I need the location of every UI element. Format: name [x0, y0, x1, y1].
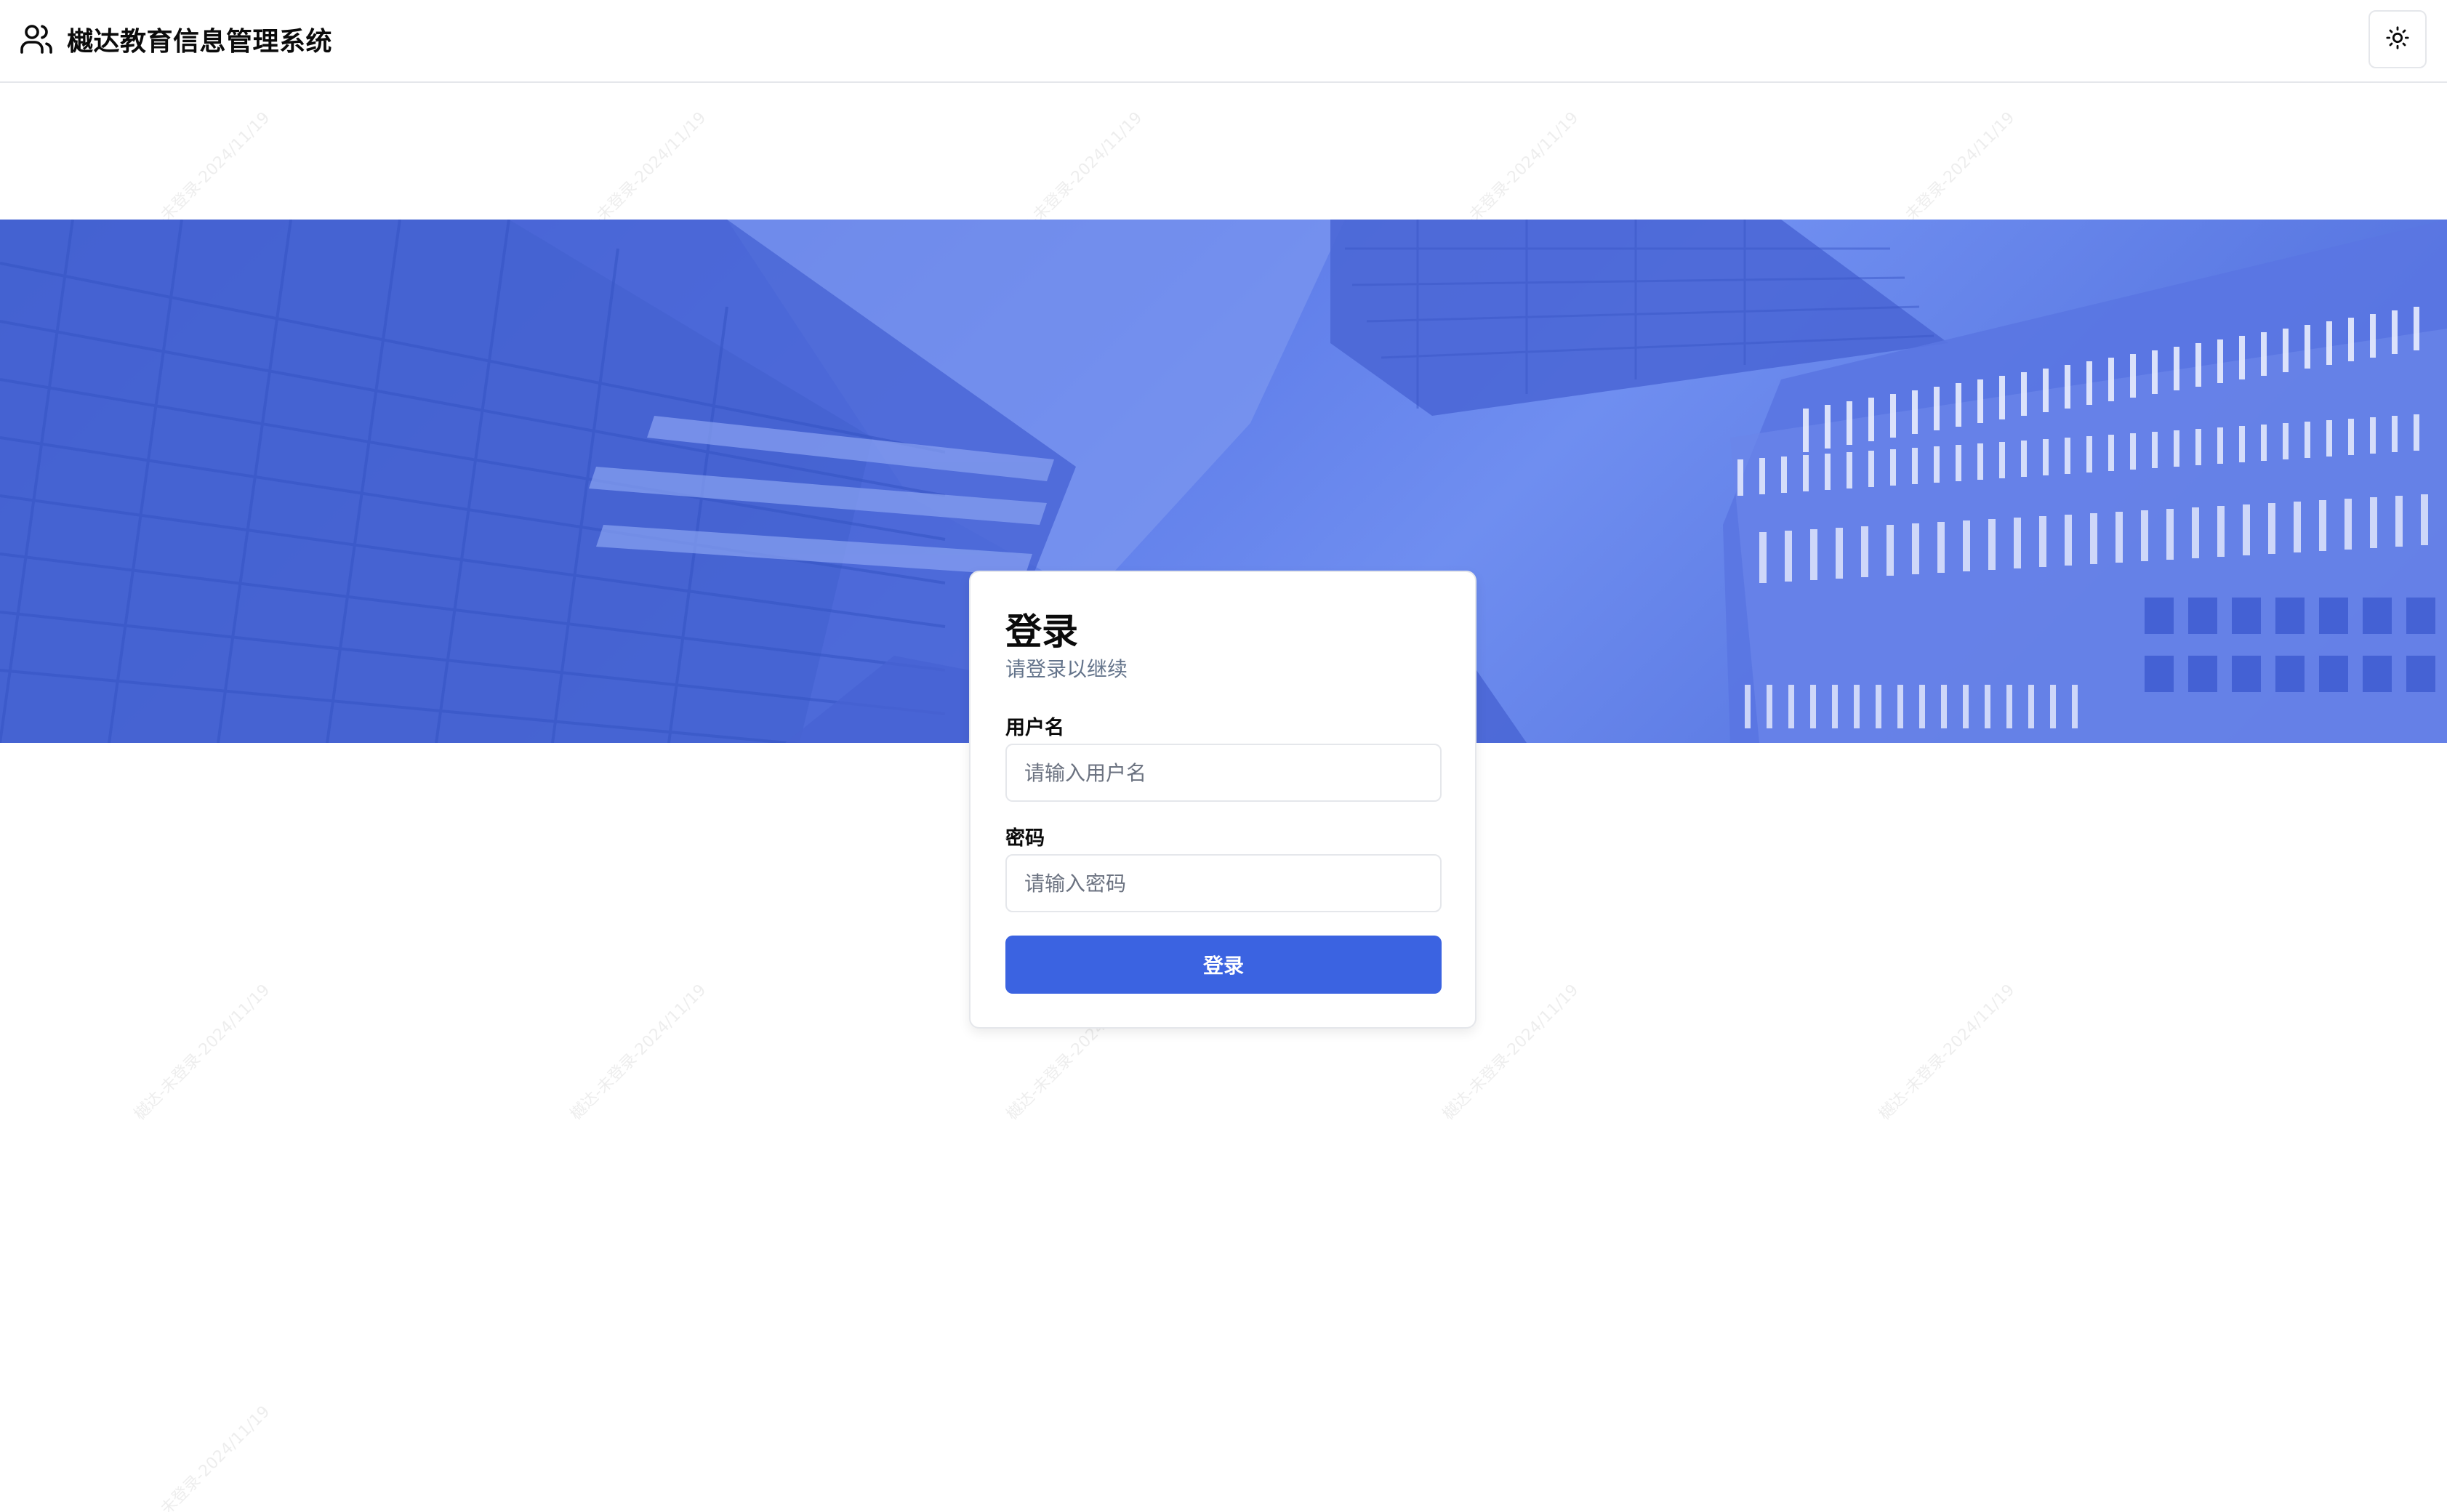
login-button[interactable]: 登录: [1005, 936, 1442, 994]
brand[interactable]: 樾达教育信息管理系统: [19, 19, 332, 60]
app-title: 樾达教育信息管理系统: [67, 27, 333, 57]
top-navbar: 樾达教育信息管理系统: [0, 0, 2447, 83]
username-label: 用户名: [1005, 717, 1064, 739]
login-page: 樾达-未登录-2024/11/19 樾达-未登录-2024/11/19 樾达-未…: [0, 0, 2447, 1512]
login-title: 登录: [1005, 611, 1078, 653]
username-input[interactable]: [1005, 744, 1442, 802]
watermark: 樾达-未登录-2024/11/19: [130, 1402, 274, 1512]
sun-icon: [2385, 25, 2410, 53]
theme-toggle-button[interactable]: [2368, 10, 2427, 68]
password-input[interactable]: [1005, 854, 1442, 912]
watermark: 樾达-未登录-2024/11/19: [130, 981, 274, 1124]
watermark: 樾达-未登录-2024/11/19: [566, 981, 710, 1124]
login-subtitle: 请登录以继续: [1005, 657, 1128, 681]
login-card: 登录 请登录以继续 用户名 密码 登录: [969, 571, 1476, 1029]
password-label: 密码: [1005, 827, 1045, 850]
user-icon: [19, 22, 54, 57]
watermark: 樾达-未登录-2024/11/19: [1875, 981, 2019, 1124]
